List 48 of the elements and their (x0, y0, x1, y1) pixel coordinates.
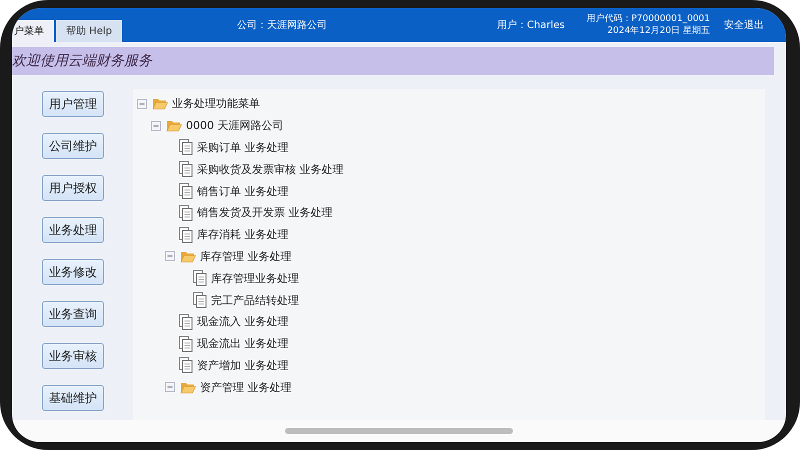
menu-button[interactable]: 用户授权 (42, 175, 104, 201)
tree-item[interactable]: 销售发货及开发票 业务处理 (197, 205, 332, 220)
menu-button[interactable]: 公司维护 (42, 133, 104, 159)
tree-item[interactable]: 资产增加 业务处理 (197, 358, 288, 373)
document-icon (179, 226, 193, 243)
menu-tab[interactable]: 户菜单 (12, 20, 54, 42)
tree-item[interactable]: 库存管理 业务处理 (200, 248, 292, 264)
document-icon (179, 336, 193, 352)
document-icon (179, 161, 193, 178)
user-code-label: 用户代码：P70000001_0001 (586, 13, 710, 25)
collapse-icon[interactable] (165, 251, 175, 262)
document-icon (179, 314, 193, 330)
menu-button[interactable]: 业务处理 (42, 217, 104, 243)
tree-item[interactable]: 业务处理功能菜单 (172, 96, 260, 112)
tree-item[interactable]: 完工产品结转处理 (211, 292, 299, 308)
date-label: 2024年12月20日 星期五 (607, 25, 710, 37)
collapse-icon[interactable] (151, 120, 161, 131)
company-label: 公司：天涯网路公司 (236, 19, 327, 32)
document-icon (193, 292, 207, 308)
menu-button[interactable]: 用户管理 (42, 91, 104, 117)
folder-icon (152, 97, 168, 110)
folder-icon (180, 250, 196, 263)
menu-tab[interactable]: 帮助 Help (56, 20, 122, 42)
menu-button[interactable]: 业务审核 (42, 343, 104, 369)
tree-item[interactable]: 采购订单 业务处理 (197, 140, 288, 155)
tree-item[interactable]: 现金流入 业务处理 (197, 314, 288, 330)
menu-button[interactable]: 基础维护 (42, 385, 104, 411)
document-icon (179, 183, 193, 200)
collapse-icon[interactable] (137, 98, 147, 109)
menu-button[interactable]: 业务查询 (42, 301, 104, 327)
document-icon (193, 270, 207, 286)
tree-item[interactable]: 资产管理 业务处理 (200, 380, 292, 395)
folder-icon (166, 119, 182, 132)
folder-icon (180, 380, 196, 394)
menu-button[interactable]: 业务修改 (42, 259, 104, 285)
document-icon (179, 139, 193, 156)
tree-item[interactable]: 0000 天涯网路公司 (186, 118, 284, 134)
tree-item[interactable]: 销售订单 业务处理 (197, 184, 288, 199)
welcome-text: 欢迎使用云端财务服务 (12, 52, 152, 70)
tree-item[interactable]: 库存消耗 业务处理 (197, 227, 288, 242)
tree-item[interactable]: 采购收货及发票审核 业务处理 (197, 162, 344, 177)
document-icon (179, 204, 193, 221)
user-label: 用户：Charles (496, 18, 565, 32)
document-icon (179, 357, 193, 374)
tree-item[interactable]: 库存管理业务处理 (211, 270, 299, 286)
logout-link[interactable]: 安全退出 (724, 18, 764, 32)
collapse-icon[interactable] (165, 382, 175, 392)
tree-item[interactable]: 现金流出 业务处理 (197, 336, 288, 352)
